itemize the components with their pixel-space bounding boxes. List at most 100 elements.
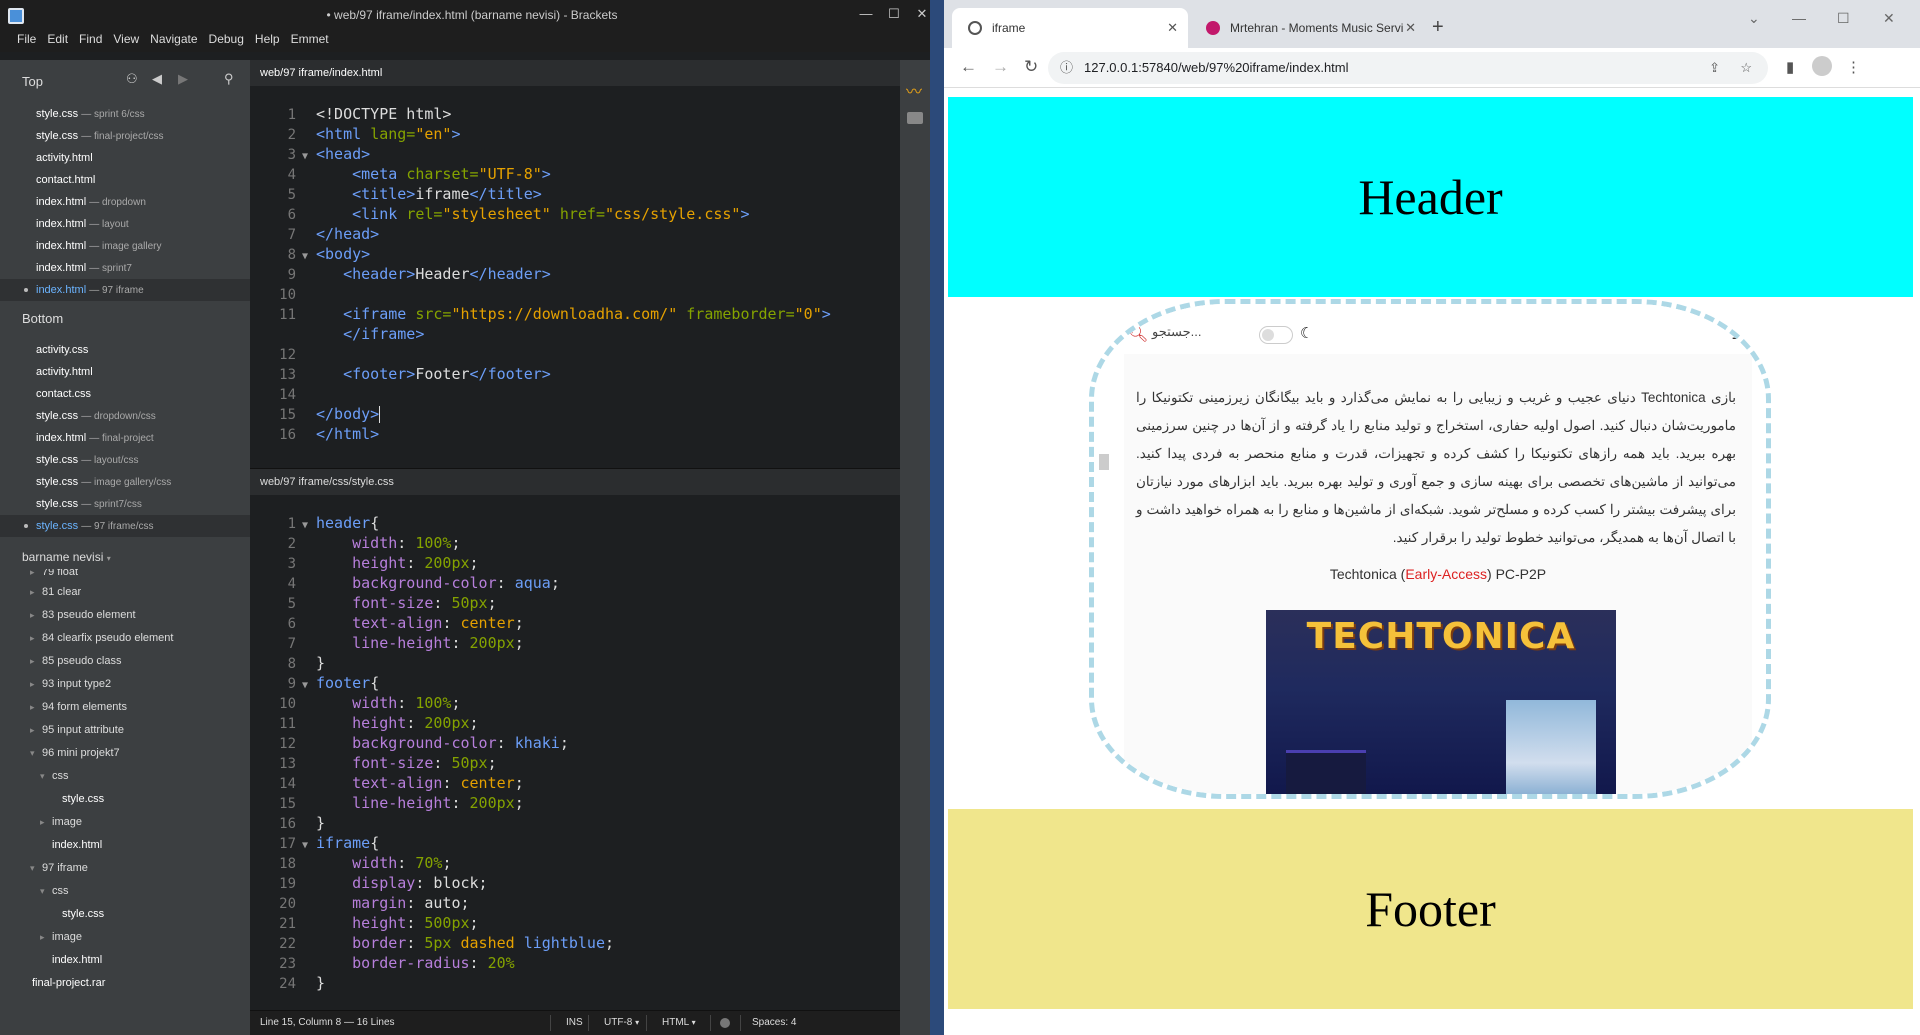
new-tab-button[interactable]: +	[1432, 16, 1444, 39]
iframe-scroll-handle[interactable]	[1099, 454, 1109, 470]
close-tab-icon[interactable]: ✕	[1405, 8, 1416, 48]
working-file[interactable]: style.css — sprint7/css	[0, 493, 250, 515]
extension-manager-icon[interactable]	[907, 112, 923, 124]
indent-spaces[interactable]: Spaces: 4	[752, 1011, 796, 1035]
hamburger-menu-icon[interactable]: ☰	[1731, 326, 1744, 343]
tree-file[interactable]: index.html	[0, 834, 250, 856]
minimize-button[interactable]: —	[1792, 10, 1806, 26]
pane-title-html[interactable]: web/97 iframe/index.html	[250, 60, 900, 86]
tree-folder[interactable]: ▸ image	[0, 811, 250, 833]
chevron-down-icon: ▾	[106, 554, 111, 563]
page-footer: Footer	[948, 809, 1913, 1009]
menu-kebab-icon[interactable]: ⋮	[1846, 58, 1861, 76]
forward-arrow-icon[interactable]: →	[992, 57, 1009, 77]
iframe-topbar: 🔍︎ جستجو... ☾ ☰	[1124, 304, 1752, 354]
tree-file[interactable]: final-project.rar	[0, 972, 250, 994]
tree-folder[interactable]: ▸ 79 float	[0, 569, 250, 581]
tree-folder[interactable]: ▸ 85 pseudo class	[0, 650, 250, 672]
iframe-search-input[interactable]: جستجو...	[1152, 324, 1202, 340]
encoding-select[interactable]: UTF-8 ▾	[604, 1011, 639, 1035]
embedded-iframe[interactable]: 🔍︎ جستجو... ☾ ☰ بازی Techtonica دنیای عج…	[1089, 299, 1771, 799]
side-panel-icon[interactable]: ▮	[1786, 58, 1794, 76]
tab-iframe[interactable]: iframe ✕	[952, 8, 1188, 48]
menu-file[interactable]: File	[17, 30, 36, 46]
tree-folder[interactable]: ▸ 93 input type2	[0, 673, 250, 695]
pane-title-css[interactable]: web/97 iframe/css/style.css	[250, 469, 900, 495]
search-icon[interactable]: 🔍︎	[1128, 324, 1148, 344]
site-info-icon[interactable]: ⓘ	[1060, 52, 1073, 84]
chevron-down-icon: ▾	[635, 1018, 640, 1027]
menu-view[interactable]: View	[113, 30, 139, 46]
dark-mode-toggle[interactable]	[1259, 326, 1293, 344]
menu-find[interactable]: Find	[79, 30, 102, 46]
working-file-selected[interactable]: style.css — 97 iframe/css	[0, 515, 250, 537]
working-file[interactable]: style.css — final-project/css	[0, 125, 250, 147]
address-bar[interactable]: ⓘ 127.0.0.1:57840/web/97%20iframe/index.…	[1048, 52, 1768, 84]
tree-file[interactable]: style.css	[0, 788, 250, 810]
tree-folder-open[interactable]: ▾ css	[0, 765, 250, 787]
working-file[interactable]: activity.html	[0, 361, 250, 383]
close-tab-icon[interactable]: ✕	[1167, 8, 1178, 48]
tree-folder[interactable]: ▸ image	[0, 926, 250, 948]
tree-file[interactable]: style.css	[0, 903, 250, 925]
language-select[interactable]: HTML ▾	[662, 1011, 696, 1035]
chevron-right-icon: ▸	[30, 633, 35, 643]
nav-back-icon[interactable]: ◀	[152, 71, 162, 87]
split-view-icon[interactable]: ⚇	[126, 71, 138, 87]
working-file-selected[interactable]: index.html — 97 iframe	[0, 279, 250, 301]
sidebar: Top ⚇ ◀ ▶ ⚲ style.css — sprint 6/css sty…	[0, 60, 250, 1035]
tree-folder[interactable]: ▸ 95 input attribute	[0, 719, 250, 741]
working-file[interactable]: style.css — layout/css	[0, 449, 250, 471]
tree-folder[interactable]: ▸ 84 clearfix pseudo element	[0, 627, 250, 649]
working-set-top-label: Top	[22, 74, 43, 89]
menu-emmet[interactable]: Emmet	[291, 30, 329, 46]
working-file[interactable]: activity.css	[0, 339, 250, 361]
working-file[interactable]: index.html — final-project	[0, 427, 250, 449]
article-title[interactable]: Techtonica (Early-Access) PC-P2P	[1124, 566, 1752, 582]
maximize-button[interactable]: ☐	[880, 4, 908, 24]
globe-icon	[968, 21, 982, 35]
working-file[interactable]: contact.html	[0, 169, 250, 191]
code-editor-html[interactable]: 1 <!DOCTYPE html> 2 <html lang="en"> 3 ▼ <he…	[250, 86, 900, 468]
menu-help[interactable]: Help	[255, 30, 280, 46]
tree-file[interactable]: index.html	[0, 949, 250, 971]
working-file[interactable]: style.css — dropdown/css	[0, 405, 250, 427]
working-file[interactable]: style.css — image gallery/css	[0, 471, 250, 493]
tab-mrtehran[interactable]: Mrtehran - Moments Music Servi ✕	[1190, 8, 1426, 48]
minimize-button[interactable]: —	[852, 4, 880, 24]
live-preview-icon[interactable]: 〰	[906, 78, 922, 102]
menu-edit[interactable]: Edit	[47, 30, 68, 46]
nav-forward-icon[interactable]: ▶	[178, 71, 188, 87]
chevron-right-icon: ▸	[30, 679, 35, 689]
menu-debug[interactable]: Debug	[209, 30, 244, 46]
chevron-right-icon: ▸	[40, 817, 45, 827]
insert-mode[interactable]: INS	[566, 1011, 583, 1035]
tree-folder-open[interactable]: ▾ 97 iframe	[0, 857, 250, 879]
working-file[interactable]: style.css — sprint 6/css	[0, 103, 250, 125]
tree-folder[interactable]: ▸ 83 pseudo element	[0, 604, 250, 626]
code-editor-css[interactable]: 1 ▼ header{ 2 width: 100%; 3 height: 200px…	[250, 495, 900, 1010]
working-file[interactable]: activity.html	[0, 147, 250, 169]
close-button[interactable]: ✕	[1883, 10, 1895, 27]
linter-status-icon[interactable]	[720, 1018, 730, 1028]
reload-icon[interactable]: ↻	[1024, 57, 1038, 77]
game-cover-image[interactable]: TECHTONICA	[1266, 610, 1616, 794]
back-arrow-icon[interactable]: ←	[960, 57, 977, 77]
working-file[interactable]: index.html — dropdown	[0, 191, 250, 213]
project-dropdown[interactable]: barname nevisi ▾	[22, 550, 111, 564]
tree-folder[interactable]: ▸ 94 form elements	[0, 696, 250, 718]
working-file[interactable]: index.html — sprint7	[0, 257, 250, 279]
working-file[interactable]: index.html — layout	[0, 213, 250, 235]
working-file[interactable]: index.html — image gallery	[0, 235, 250, 257]
tree-folder-open[interactable]: ▾ 96 mini projekt7	[0, 742, 250, 764]
maximize-button[interactable]: ☐	[1837, 10, 1850, 27]
search-icon[interactable]: ⚲	[224, 71, 234, 87]
menu-navigate[interactable]: Navigate	[150, 30, 197, 46]
share-icon[interactable]: ⇪	[1709, 52, 1720, 84]
tree-folder-open[interactable]: ▾ css	[0, 880, 250, 902]
tree-folder[interactable]: ▸ 81 clear	[0, 581, 250, 603]
bookmark-star-icon[interactable]: ☆	[1740, 52, 1752, 84]
working-file[interactable]: contact.css	[0, 383, 250, 405]
profile-avatar[interactable]	[1812, 56, 1832, 76]
tab-search-chevron-icon[interactable]: ⌄	[1748, 10, 1760, 27]
